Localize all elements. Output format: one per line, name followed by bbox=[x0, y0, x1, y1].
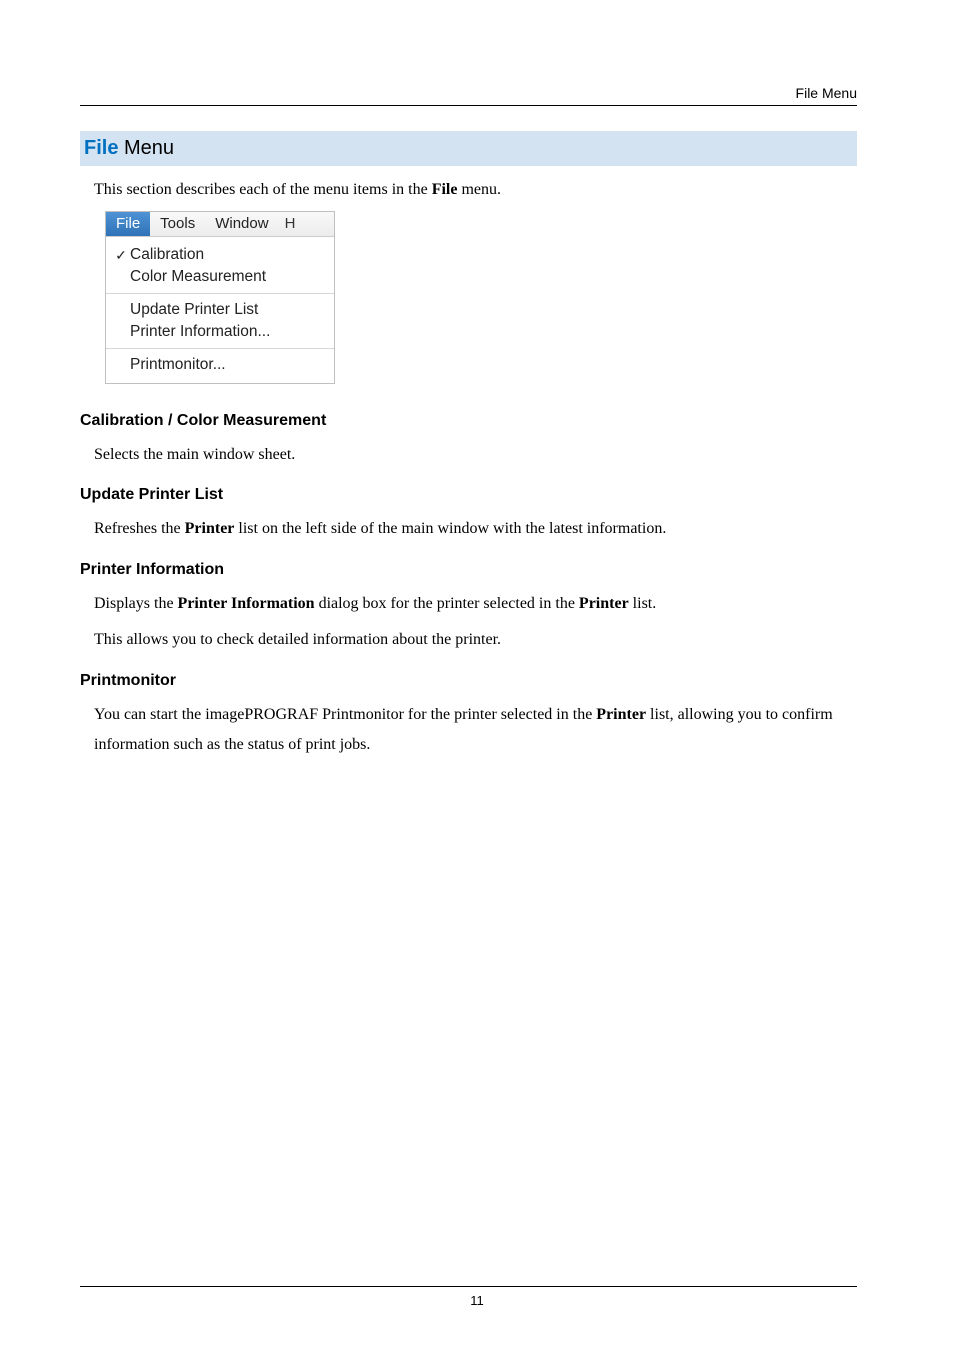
menubar-tools: Tools bbox=[150, 212, 205, 236]
menubar-file: File bbox=[106, 212, 150, 236]
menubar-window: Window bbox=[205, 212, 278, 236]
heading-printer-information: Printer Information bbox=[80, 561, 857, 579]
intro-pre: This section describes each of the menu … bbox=[94, 181, 432, 198]
header-separator bbox=[80, 105, 857, 106]
title-menu-word: Menu bbox=[118, 137, 174, 159]
text-bold: Printer bbox=[579, 595, 629, 612]
check-icon: ✓ bbox=[112, 247, 130, 264]
body-printmonitor: You can start the imagePROGRAF Printmoni… bbox=[94, 700, 857, 761]
heading-calibration: Calibration / Color Measurement bbox=[80, 412, 857, 430]
text: dialog box for the printer selected in t… bbox=[315, 595, 579, 612]
intro-post: menu. bbox=[457, 181, 501, 198]
text: Refreshes the bbox=[94, 520, 185, 537]
menu-item-color-measurement: Color Measurement bbox=[106, 266, 334, 288]
page-title: File Menu bbox=[84, 137, 174, 159]
page-title-bar: File Menu bbox=[80, 131, 857, 166]
file-menu-screenshot: File Tools Window H ✓ Calibration Color … bbox=[105, 211, 335, 384]
menu-group-3: Printmonitor... bbox=[106, 352, 334, 378]
text: You can start the imagePROGRAF Printmoni… bbox=[94, 706, 596, 723]
text-bold: Printer bbox=[596, 706, 646, 723]
menu-item-printer-information: Printer Information... bbox=[106, 321, 334, 343]
menu-item-update-printer-list: Update Printer List bbox=[106, 299, 334, 321]
running-header: File Menu bbox=[796, 85, 857, 101]
menu-item-label: Printmonitor... bbox=[130, 356, 226, 374]
menu-item-label: Calibration bbox=[130, 246, 204, 264]
menu-group-1: ✓ Calibration Color Measurement bbox=[106, 242, 334, 290]
menubar: File Tools Window H bbox=[106, 212, 334, 237]
body-calibration: Selects the main window sheet. bbox=[94, 440, 857, 470]
page-content: File Menu This section describes each of… bbox=[80, 131, 857, 760]
intro-paragraph: This section describes each of the menu … bbox=[94, 181, 857, 199]
menu-item-label: Printer Information... bbox=[130, 323, 270, 341]
menu-item-printmonitor: Printmonitor... bbox=[106, 354, 334, 376]
text: list on the left side of the main window… bbox=[234, 520, 666, 537]
menu-item-label: Update Printer List bbox=[130, 301, 258, 319]
heading-printmonitor: Printmonitor bbox=[80, 672, 857, 690]
page-number: 11 bbox=[0, 1293, 954, 1308]
menu-group-2: Update Printer List Printer Information.… bbox=[106, 297, 334, 345]
text: Displays the bbox=[94, 595, 178, 612]
body-printer-information-2: This allows you to check detailed inform… bbox=[94, 625, 857, 655]
body-update-printer-list: Refreshes the Printer list on the left s… bbox=[94, 514, 857, 544]
intro-bold: File bbox=[432, 181, 458, 198]
text-bold: Printer bbox=[185, 520, 235, 537]
footer-separator bbox=[80, 1286, 857, 1287]
title-file-word: File bbox=[84, 137, 118, 159]
menu-separator bbox=[106, 348, 334, 349]
menu-dropdown: ✓ Calibration Color Measurement Update P… bbox=[106, 237, 334, 383]
menu-item-label: Color Measurement bbox=[130, 268, 266, 286]
body-printer-information-1: Displays the Printer Information dialog … bbox=[94, 589, 857, 619]
menu-separator bbox=[106, 293, 334, 294]
menu-item-calibration: ✓ Calibration bbox=[106, 244, 334, 266]
heading-update-printer-list: Update Printer List bbox=[80, 486, 857, 504]
text-bold: Printer Information bbox=[178, 595, 315, 612]
text: list. bbox=[629, 595, 657, 612]
menubar-cut-letter: H bbox=[279, 212, 300, 236]
